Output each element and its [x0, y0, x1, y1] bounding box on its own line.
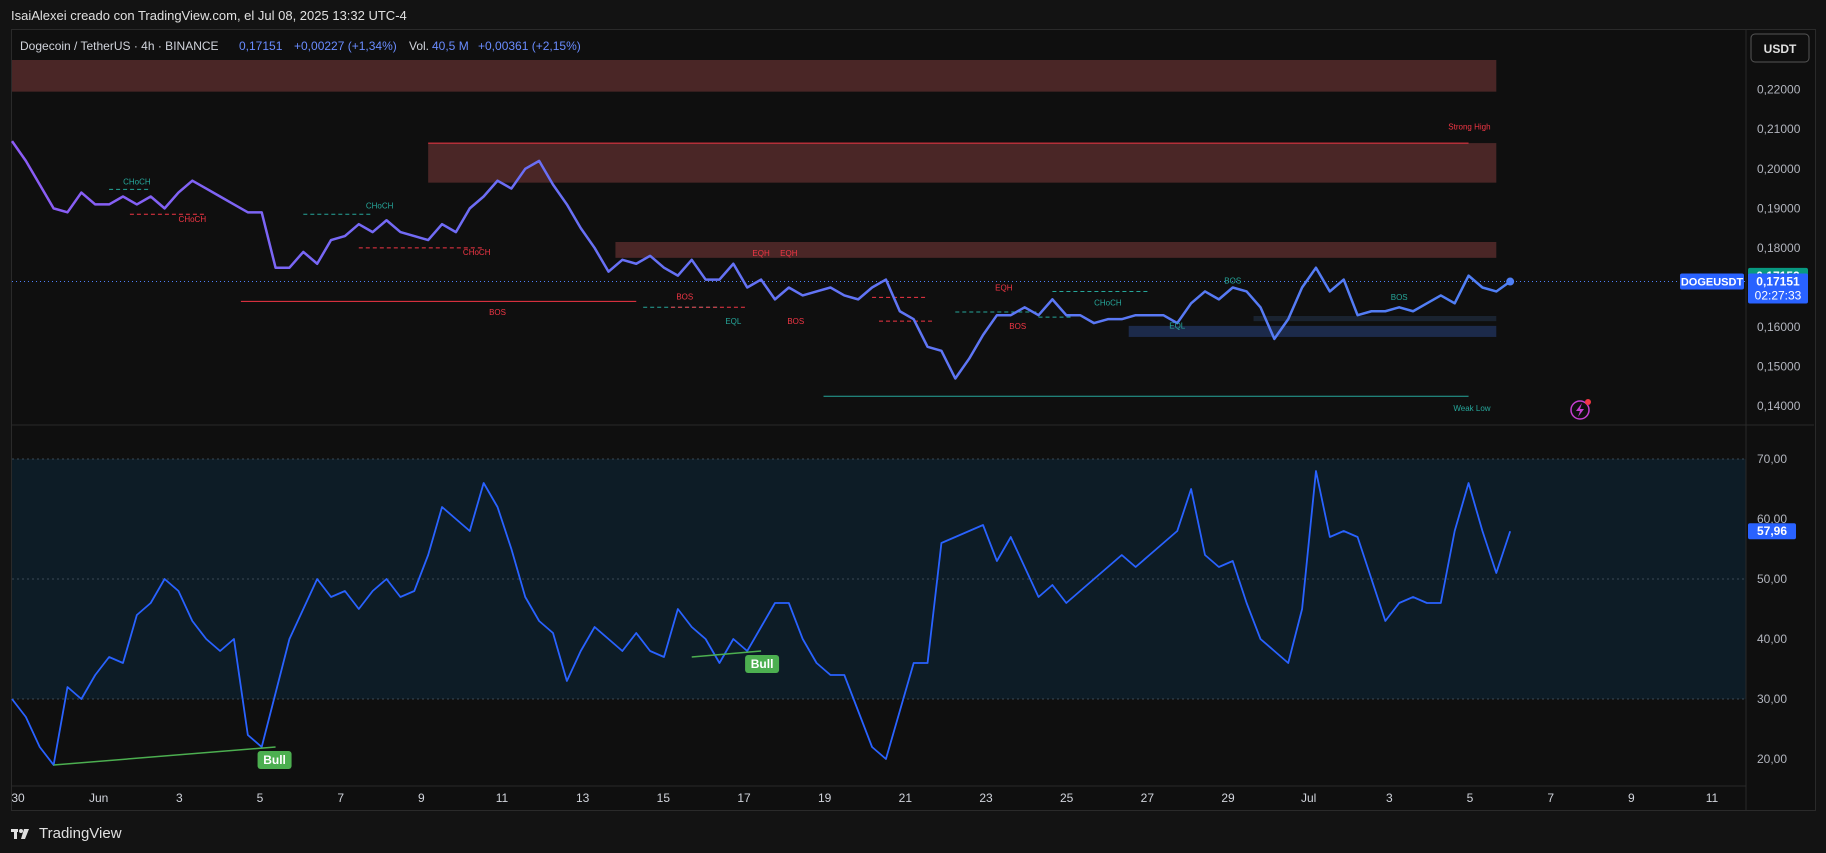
eqh-label-1: EQH	[752, 249, 770, 258]
price-tick-label: 0,22000	[1757, 83, 1801, 97]
price-tick-label: 0,16000	[1757, 320, 1801, 334]
header-price: 0,17151	[239, 39, 283, 53]
time-tick-label: 7	[337, 791, 344, 805]
volume-label: Vol.	[409, 39, 429, 53]
time-tick-label: 21	[899, 791, 913, 805]
supply-zone-strong-high	[428, 143, 1497, 183]
bos-label-main: BOS	[489, 308, 506, 317]
price-tick-label: 0,21000	[1757, 122, 1801, 136]
price-tick-label: 0,15000	[1757, 360, 1801, 374]
time-tick-label: 5	[257, 791, 264, 805]
time-tick-label: 29	[1221, 791, 1235, 805]
choch-label-5: CHoCH	[1094, 298, 1122, 307]
time-tick-label: 9	[418, 791, 425, 805]
volume-change: +0,00361 (+2,15%)	[478, 39, 581, 53]
price-tick-label: 0,19000	[1757, 201, 1801, 215]
price-tick-label: 0,14000	[1757, 399, 1801, 413]
header-change: +0,00227 (+1,34%)	[294, 39, 397, 53]
volume-value: 40,5 M	[432, 39, 469, 53]
choch-label-1: CHoCH	[123, 178, 151, 187]
tradingview-logo-text: TradingView	[39, 825, 122, 842]
symbol-name-tag-label: DOGEUSDT	[1681, 277, 1744, 289]
eql-label-1: EQL	[725, 317, 742, 326]
symbol-title[interactable]: Dogecoin / TetherUS · 4h · BINANCE	[20, 39, 219, 53]
time-tick-label: 11	[496, 791, 509, 805]
choch-label-4: CHoCH	[463, 248, 491, 257]
rsi-tick-label: 40,00	[1757, 632, 1787, 646]
bull-divergence-1-label: Bull	[263, 753, 286, 767]
eqh-label-2: EQH	[780, 249, 798, 258]
bos-label-1: BOS	[676, 292, 693, 301]
strong-high-label: Strong High	[1448, 123, 1490, 132]
time-tick-label: 27	[1141, 791, 1155, 805]
rsi-current-tag-label: 57,96	[1757, 524, 1787, 538]
time-tick-label: Jul	[1301, 791, 1316, 805]
time-tick-label: Jun	[89, 791, 108, 805]
eql-label-2: EQL	[1169, 321, 1186, 330]
price-tick-label: 0,20000	[1757, 162, 1801, 176]
price-last-point	[1506, 277, 1515, 286]
rsi-tick-label: 50,00	[1757, 572, 1787, 586]
supply-zone-mid	[615, 242, 1497, 258]
time-tick-label: 15	[657, 791, 671, 805]
weak-low-label: Weak Low	[1453, 404, 1490, 413]
time-tick-label: 13	[576, 791, 590, 805]
time-tick-label: 11	[1706, 791, 1719, 805]
symbol-price-tag-label: 0,17151	[1756, 275, 1800, 289]
price-tick-label: 0,18000	[1757, 241, 1801, 255]
currency-button-label[interactable]: USDT	[1764, 42, 1797, 56]
alert-icon[interactable]	[1570, 399, 1591, 420]
choch-label-2: CHoCH	[179, 215, 207, 224]
tradingview-logo-icon	[11, 828, 29, 839]
countdown-label: 02:27:33	[1755, 289, 1802, 303]
choch-label-3: CHoCH	[366, 201, 394, 210]
time-tick-label: 3	[1386, 791, 1393, 805]
tradingview-logo[interactable]: TradingView	[11, 825, 122, 842]
time-tick-label: 3	[176, 791, 183, 805]
rsi-tick-label: 20,00	[1757, 752, 1787, 766]
time-tick-label: 19	[818, 791, 832, 805]
time-tick-label: 5	[1467, 791, 1474, 805]
rsi-tick-label: 30,00	[1757, 692, 1787, 706]
time-tick-label: 17	[737, 791, 751, 805]
time-tick-label: 7	[1547, 791, 1554, 805]
chart-canvas[interactable]: Bull Bull 0,22000 0,21000 0,20000 0,19000 0,1…	[0, 0, 1826, 853]
time-tick-label: 30	[11, 791, 25, 805]
time-tick-label: 25	[1060, 791, 1074, 805]
time-tick-label: 9	[1628, 791, 1635, 805]
bos-label-3: BOS	[1009, 322, 1026, 331]
bull-divergence-1-line	[53, 746, 276, 766]
supply-zone-top	[12, 60, 1497, 92]
bos-label-2: BOS	[787, 317, 804, 326]
eqh-label-3: EQH	[995, 284, 1013, 293]
bos-label-4: BOS	[1224, 277, 1241, 286]
time-tick-label: 23	[979, 791, 993, 805]
bull-divergence-2-label: Bull	[751, 657, 774, 671]
rsi-tick-label: 70,00	[1757, 452, 1787, 466]
bos-label-5: BOS	[1391, 293, 1408, 302]
